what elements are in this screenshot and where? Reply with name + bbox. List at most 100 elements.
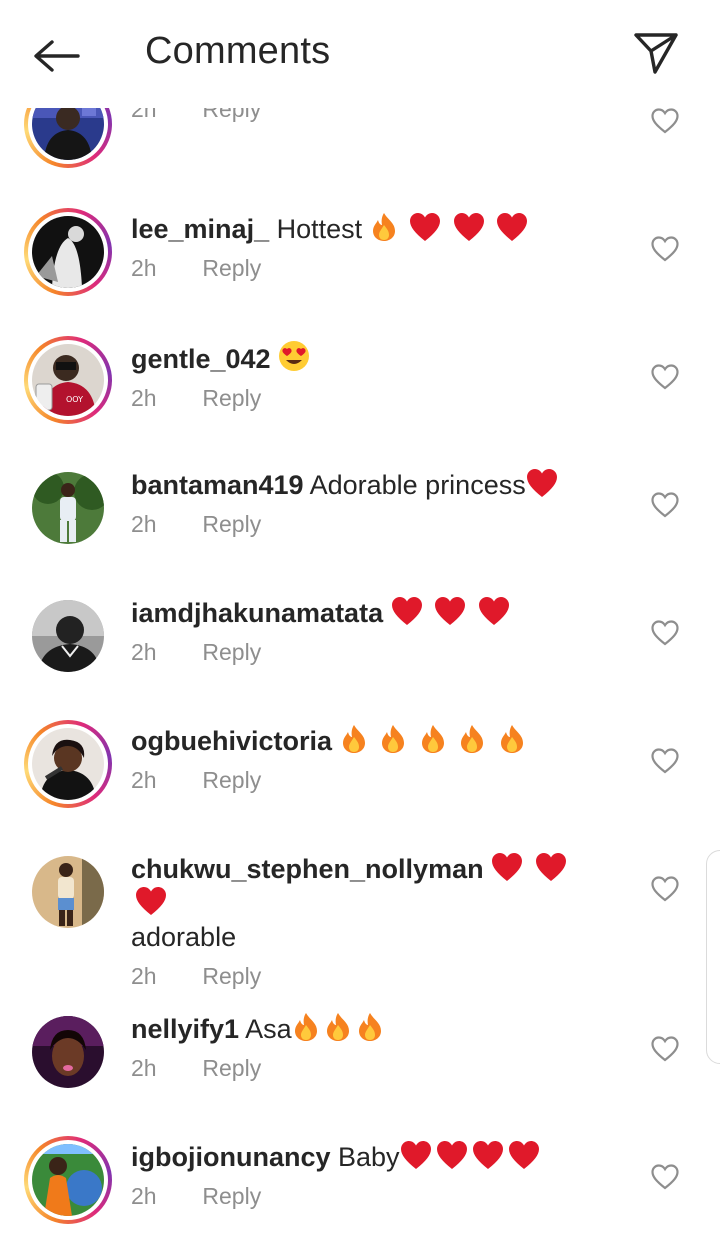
avatar[interactable] — [24, 1008, 112, 1096]
comment-time: 2h — [131, 767, 157, 793]
red-heart-emoji-icon — [508, 1141, 539, 1169]
reply-button[interactable]: Reply — [202, 385, 261, 411]
comment-text: chukwu_stephen_nollyman — [131, 852, 601, 920]
comment-time: 2h — [131, 255, 157, 281]
comment-message: Hottest — [276, 214, 370, 244]
like-heart-icon[interactable] — [651, 364, 679, 390]
comment-text: lee_minaj_ Hottest — [131, 212, 601, 246]
fire-emoji-icon — [294, 1013, 317, 1041]
fire-emoji-icon — [326, 1013, 349, 1041]
emoji-group — [370, 213, 529, 244]
comment-text: gentle_042 — [131, 340, 601, 376]
red-heart-emoji-icon — [410, 213, 441, 241]
avatar[interactable] — [24, 592, 112, 680]
comment-time: 2h — [131, 1055, 157, 1081]
comment-username[interactable]: nellyify1 — [131, 1014, 239, 1044]
fire-emoji-icon — [461, 725, 484, 753]
fire-emoji-icon — [358, 1013, 381, 1041]
comment-row: chukwu_stephen_nollyman adorable 2h Repl… — [0, 848, 720, 998]
comment-username[interactable]: chukwu_stephen_nollyman — [131, 854, 484, 884]
heart-eyes-emoji-icon — [279, 341, 310, 371]
page-title: Comments — [145, 30, 331, 72]
reply-button[interactable]: Reply — [202, 511, 261, 537]
like-heart-icon[interactable] — [651, 236, 679, 262]
avatar[interactable] — [24, 208, 112, 296]
avatar[interactable] — [24, 464, 112, 552]
like-heart-icon[interactable] — [651, 492, 679, 518]
red-heart-emoji-icon — [535, 853, 566, 881]
comment-time: 2h — [131, 385, 157, 411]
comment-row: bantaman419 Adorable princess 2h Reply — [0, 464, 720, 584]
side-panel-edge — [706, 850, 720, 1064]
like-heart-icon[interactable] — [651, 1036, 679, 1062]
reply-button[interactable]: Reply — [202, 1055, 261, 1081]
comment-row: lee_minaj_ Hottest 2h Reply — [0, 208, 720, 328]
emoji-group — [526, 469, 558, 500]
comment-message: Adorable princess — [309, 470, 526, 500]
comments-list: 2h Reply lee_minaj_ Hottest 2h Reply OOY… — [0, 0, 720, 1240]
comment-row: igbojionunancy Baby 2h Reply — [0, 1136, 720, 1240]
red-heart-emoji-icon — [436, 1141, 467, 1169]
avatar[interactable]: OOY — [24, 336, 112, 424]
reply-button[interactable]: Reply — [202, 255, 261, 281]
avatar[interactable] — [24, 720, 112, 808]
comment-row: ogbuehivictoria 2h Reply — [0, 720, 720, 840]
emoji-group — [278, 341, 310, 374]
comment-time: 2h — [131, 639, 157, 665]
comment-text: bantaman419 Adorable princess — [131, 468, 601, 502]
red-heart-emoji-icon — [391, 597, 422, 625]
comment-row: OOY gentle_042 2h Reply — [0, 336, 720, 456]
fire-emoji-icon — [421, 725, 444, 753]
red-heart-emoji-icon — [478, 597, 509, 625]
comment-row: nellyify1 Asa 2h Reply — [0, 1008, 720, 1128]
emoji-group — [391, 597, 510, 628]
top-bar: Comments — [0, 0, 720, 108]
like-heart-icon[interactable] — [651, 748, 679, 774]
reply-button[interactable]: Reply — [202, 767, 261, 793]
comment-username[interactable]: ogbuehivictoria — [131, 726, 332, 756]
reply-button[interactable]: Reply — [202, 1183, 261, 1209]
like-heart-icon[interactable] — [651, 620, 679, 646]
comment-username[interactable]: lee_minaj_ — [131, 214, 269, 244]
red-heart-emoji-icon — [136, 887, 166, 915]
red-heart-emoji-icon — [453, 213, 484, 241]
fire-emoji-icon — [342, 725, 365, 753]
comment-username[interactable]: bantaman419 — [131, 470, 304, 500]
comment-message: Asa — [245, 1014, 292, 1044]
svg-text:OOY: OOY — [66, 395, 83, 404]
fire-emoji-icon — [372, 213, 395, 241]
comment-username[interactable]: igbojionunancy — [131, 1142, 331, 1172]
emoji-group — [292, 1013, 384, 1044]
red-heart-emoji-icon — [435, 597, 466, 625]
comment-time: 2h — [131, 1183, 157, 1209]
comment-time: 2h — [131, 963, 157, 989]
red-heart-emoji-icon — [400, 1141, 431, 1169]
like-heart-icon[interactable] — [651, 108, 679, 134]
red-heart-emoji-icon — [492, 853, 523, 881]
emoji-group — [340, 725, 526, 756]
comment-text: nellyify1 Asa — [131, 1012, 601, 1046]
red-heart-emoji-icon — [497, 213, 528, 241]
comment-row: iamdjhakunamatata 2h Reply — [0, 592, 720, 712]
comment-time: 2h — [131, 511, 157, 537]
comment-text: igbojionunancy Baby — [131, 1140, 601, 1174]
reply-button[interactable]: Reply — [202, 639, 261, 665]
avatar[interactable] — [24, 1136, 112, 1224]
arrow-left-icon[interactable] — [28, 32, 84, 80]
emoji-group — [400, 1141, 540, 1172]
comment-username[interactable]: gentle_042 — [131, 344, 271, 374]
red-heart-emoji-icon — [472, 1141, 503, 1169]
fire-emoji-icon — [382, 725, 405, 753]
like-heart-icon[interactable] — [651, 1164, 679, 1190]
comment-message: Baby — [338, 1142, 400, 1172]
comment-text: iamdjhakunamatata — [131, 596, 601, 630]
comment-username[interactable]: iamdjhakunamatata — [131, 598, 383, 628]
avatar[interactable] — [24, 848, 112, 936]
fire-emoji-icon — [500, 725, 523, 753]
paper-plane-icon[interactable] — [630, 28, 682, 78]
red-heart-emoji-icon — [526, 469, 557, 497]
reply-button[interactable]: Reply — [202, 963, 261, 989]
like-heart-icon[interactable] — [651, 876, 679, 902]
comment-text: ogbuehivictoria — [131, 724, 601, 758]
comment-message: adorable — [131, 922, 237, 952]
